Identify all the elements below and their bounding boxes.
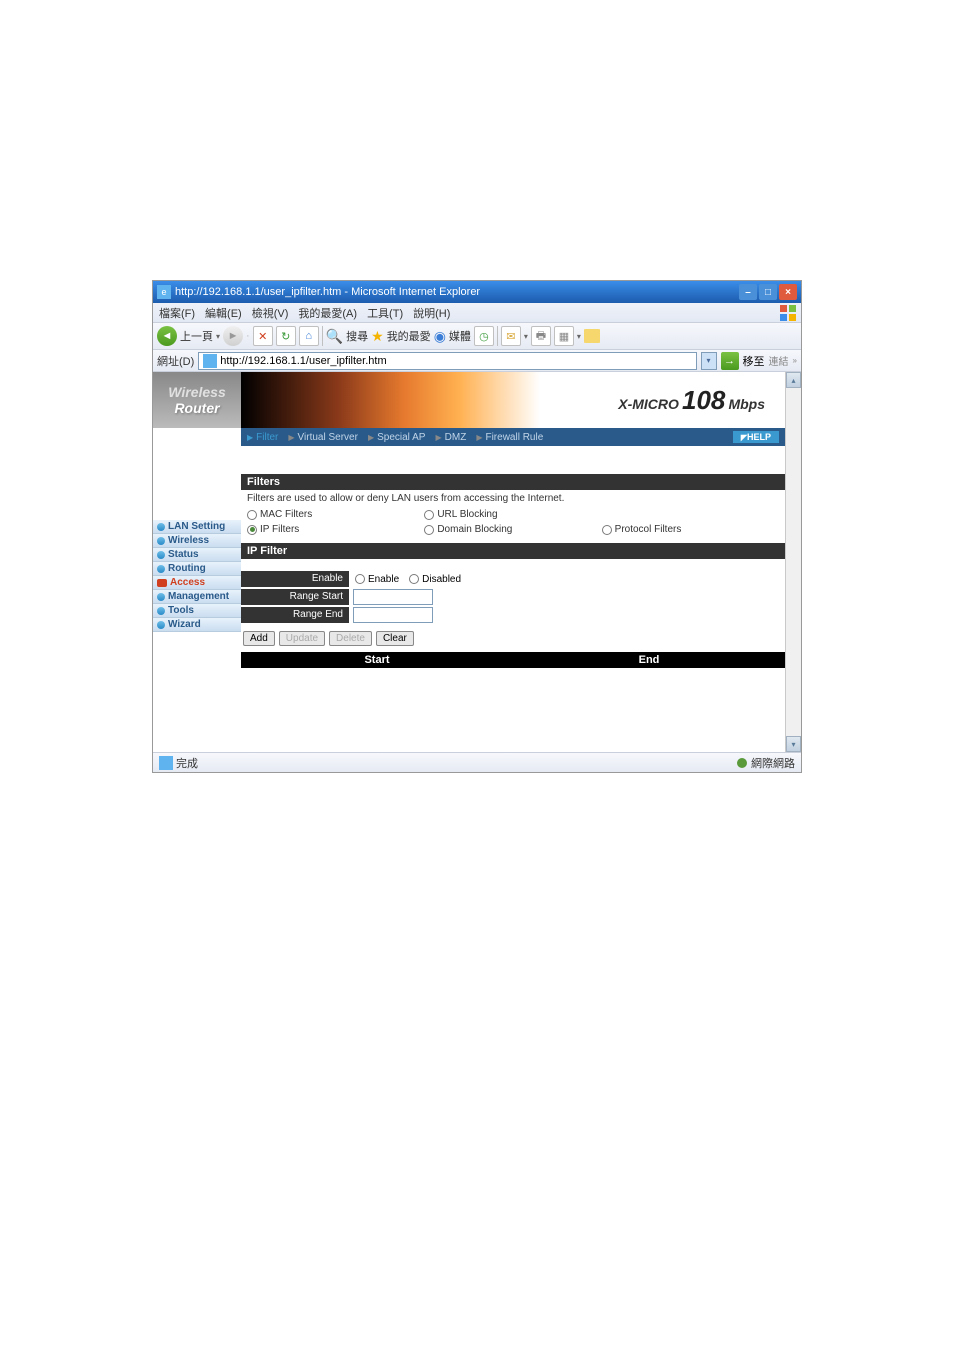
bullet-icon bbox=[157, 621, 165, 629]
radio-enable[interactable]: Enable bbox=[355, 574, 399, 585]
range-end-input[interactable] bbox=[353, 607, 433, 623]
sidebar-item-access[interactable]: Access bbox=[153, 576, 241, 590]
menu-favorites[interactable]: 我的最愛(A) bbox=[298, 305, 357, 321]
go-label: 移至 bbox=[743, 353, 765, 369]
sidebar-item-lan[interactable]: LAN Setting bbox=[153, 520, 241, 534]
search-label[interactable]: 搜尋 bbox=[346, 328, 368, 344]
maximize-button[interactable]: □ bbox=[759, 284, 777, 300]
tab-dmz[interactable]: ▶DMZ bbox=[435, 432, 466, 443]
back-label: 上一頁 bbox=[180, 328, 213, 344]
filters-header: Filters bbox=[241, 474, 785, 490]
titlebar: e http://192.168.1.1/user_ipfilter.htm -… bbox=[153, 281, 801, 303]
window-title: http://192.168.1.1/user_ipfilter.htm - M… bbox=[175, 286, 739, 298]
notes-button[interactable] bbox=[584, 329, 600, 343]
close-button[interactable]: × bbox=[779, 284, 797, 300]
history-button[interactable]: ◷ bbox=[474, 326, 494, 346]
bullet-icon bbox=[157, 593, 165, 601]
menu-file[interactable]: 檔案(F) bbox=[159, 305, 195, 321]
sidebar-item-wireless[interactable]: Wireless bbox=[153, 534, 241, 548]
tab-special-ap[interactable]: ▶Special AP bbox=[368, 432, 426, 443]
range-start-input[interactable] bbox=[353, 589, 433, 605]
bullet-icon bbox=[157, 565, 165, 573]
menu-edit[interactable]: 編輯(E) bbox=[205, 305, 242, 321]
favorites-label[interactable]: 我的最愛 bbox=[387, 328, 431, 344]
bullet-icon bbox=[157, 523, 165, 531]
back-button[interactable]: ◄ bbox=[157, 326, 177, 346]
radio-ip-filters[interactable]: IP Filters bbox=[247, 524, 424, 535]
toolbar: ◄ 上一頁 ▾ ► · ✕ ↻ ⌂ 🔍 搜尋 ★ 我的最愛 ◉ 媒體 ◷ ✉ ▾… bbox=[153, 323, 801, 350]
menubar: 檔案(F) 編輯(E) 檢視(V) 我的最愛(A) 工具(T) 說明(H) bbox=[153, 303, 801, 323]
scroll-down-icon[interactable]: ▾ bbox=[786, 736, 801, 752]
delete-button[interactable]: Delete bbox=[329, 631, 372, 646]
go-button[interactable]: → bbox=[721, 352, 739, 370]
range-end-label: Range End bbox=[241, 607, 349, 623]
sidebar-item-management[interactable]: Management bbox=[153, 590, 241, 604]
minimize-button[interactable]: – bbox=[739, 284, 757, 300]
refresh-button[interactable]: ↻ bbox=[276, 326, 296, 346]
ie-icon: e bbox=[157, 285, 171, 299]
sidebar-item-status[interactable]: Status bbox=[153, 548, 241, 562]
status-network: 網際網路 bbox=[751, 755, 795, 771]
add-button[interactable]: Add bbox=[243, 631, 275, 646]
bullet-icon bbox=[157, 551, 165, 559]
menu-view[interactable]: 檢視(V) bbox=[252, 305, 289, 321]
network-icon bbox=[737, 758, 747, 768]
th-start: Start bbox=[241, 652, 513, 668]
radio-mac-filters[interactable]: MAC Filters bbox=[247, 509, 424, 520]
media-label[interactable]: 媒體 bbox=[449, 328, 471, 344]
done-icon bbox=[159, 756, 173, 770]
range-table-header: Start End bbox=[241, 652, 785, 668]
enable-label: Enable bbox=[241, 571, 349, 587]
radio-domain-blocking[interactable]: Domain Blocking bbox=[424, 524, 601, 535]
sidebar-item-wizard[interactable]: Wizard bbox=[153, 618, 241, 632]
banner: X-MICRO 108 Mbps bbox=[241, 372, 785, 428]
clear-button[interactable]: Clear bbox=[376, 631, 414, 646]
forward-button[interactable]: ► bbox=[223, 326, 243, 346]
sidebar-item-routing[interactable]: Routing bbox=[153, 562, 241, 576]
bullet-active-icon bbox=[157, 579, 167, 587]
address-dropdown[interactable]: ▾ bbox=[701, 352, 717, 370]
print-button[interactable]: 🖶 bbox=[531, 326, 551, 346]
range-start-label: Range Start bbox=[241, 589, 349, 605]
logo: Wireless Router bbox=[153, 372, 241, 428]
address-label: 網址(D) bbox=[157, 353, 194, 369]
tab-filter[interactable]: ▶Filter bbox=[247, 432, 278, 443]
edit-button[interactable]: ▦ bbox=[554, 326, 574, 346]
main-panel: X-MICRO 108 Mbps ▶Filter ▶Virtual Server… bbox=[241, 372, 785, 752]
media-icon: ◉ bbox=[434, 328, 446, 345]
favorites-icon: ★ bbox=[371, 328, 384, 345]
tabs: ▶Filter ▶Virtual Server ▶Special AP ▶DMZ… bbox=[241, 428, 785, 446]
statusbar: 完成 網際網路 bbox=[153, 752, 801, 772]
menu-tools[interactable]: 工具(T) bbox=[367, 305, 403, 321]
status-done: 完成 bbox=[176, 755, 198, 771]
scroll-up-icon[interactable]: ▴ bbox=[786, 372, 801, 388]
help-button[interactable]: ◤HELP bbox=[733, 431, 779, 443]
radio-disabled[interactable]: Disabled bbox=[409, 574, 461, 585]
mail-button[interactable]: ✉ bbox=[501, 326, 521, 346]
home-button[interactable]: ⌂ bbox=[299, 326, 319, 346]
scrollbar[interactable]: ▴ ▾ bbox=[785, 372, 801, 752]
radio-protocol-filters[interactable]: Protocol Filters bbox=[602, 524, 779, 535]
sidebar: Wireless Router LAN Setting Wireless Sta… bbox=[153, 372, 241, 752]
links-label[interactable]: 連結 bbox=[769, 353, 789, 368]
page-icon bbox=[203, 354, 217, 368]
menu-help[interactable]: 說明(H) bbox=[413, 305, 450, 321]
radio-url-blocking[interactable]: URL Blocking bbox=[424, 509, 601, 520]
bullet-icon bbox=[157, 607, 165, 615]
th-end: End bbox=[513, 652, 785, 668]
browser-window: e http://192.168.1.1/user_ipfilter.htm -… bbox=[152, 280, 802, 773]
address-bar: 網址(D) http://192.168.1.1/user_ipfilter.h… bbox=[153, 350, 801, 372]
stop-button[interactable]: ✕ bbox=[253, 326, 273, 346]
search-icon: 🔍 bbox=[326, 328, 343, 345]
filters-description: Filters are used to allow or deny LAN us… bbox=[241, 490, 785, 507]
page-content: Wireless Router LAN Setting Wireless Sta… bbox=[153, 372, 801, 752]
update-button[interactable]: Update bbox=[279, 631, 325, 646]
ipfilter-header: IP Filter bbox=[241, 543, 785, 559]
address-input[interactable]: http://192.168.1.1/user_ipfilter.htm bbox=[198, 352, 696, 370]
bullet-icon bbox=[157, 537, 165, 545]
tab-firewall[interactable]: ▶Firewall Rule bbox=[476, 432, 543, 443]
tab-virtual-server[interactable]: ▶Virtual Server bbox=[288, 432, 358, 443]
windows-logo-icon bbox=[779, 304, 797, 322]
sidebar-item-tools[interactable]: Tools bbox=[153, 604, 241, 618]
